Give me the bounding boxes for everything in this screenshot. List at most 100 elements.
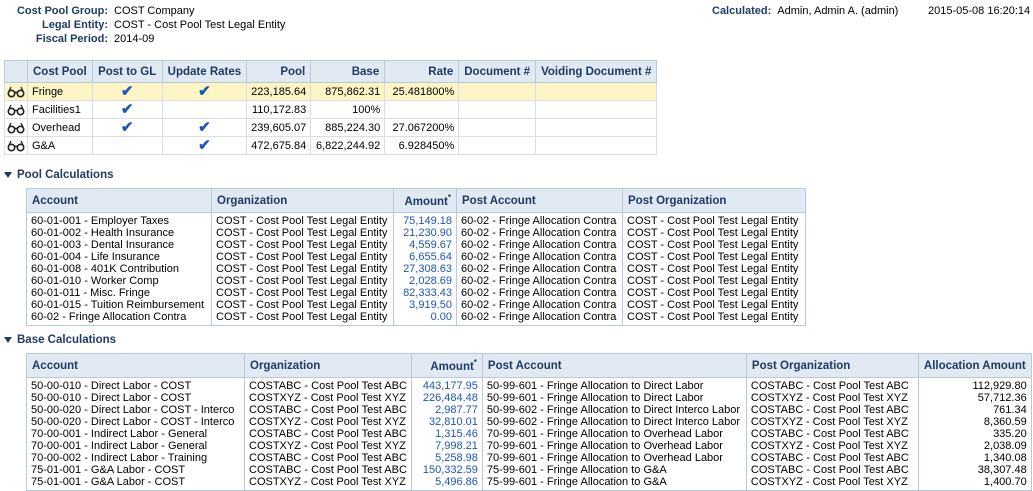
base-col-account[interactable]: Account <box>26 353 245 378</box>
base-organization: COSTXYZ - Cost Pool Test XYZ <box>244 416 412 428</box>
view-details-cell[interactable] <box>4 136 28 155</box>
pool-post-account: 60-02 - Fringe Allocation Contra <box>456 212 623 227</box>
summary-col-cost-pool[interactable]: Cost Pool <box>27 60 93 83</box>
cost-pool-summary-table: Cost Pool Post to GL Update Rates Pool B… <box>4 60 658 155</box>
base-amount: 226,484.48 <box>410 392 483 404</box>
base-post-organization: COSTABC - Cost Pool Test ABC <box>745 428 919 440</box>
view-details-cell[interactable] <box>4 100 28 119</box>
pool-calc-row: 60-01-002 - Health Insurance COST - Cost … <box>26 227 806 239</box>
base-organization: COSTXYZ - Cost Pool Test XYZ <box>244 440 412 452</box>
base-calc-row: 70-00-001 - Indirect Labor - General COST… <box>26 428 1032 440</box>
base-post-account: 50-99-601 - Fringe Allocation to Direct … <box>481 392 747 404</box>
base-calc-row: 70-00-002 - Indirect Labor - Training COS… <box>26 452 1032 464</box>
summary-row[interactable]: Facilities1 ✔ 110,172.83 100% <box>4 100 658 119</box>
base-allocation-amount: 1,400.70 <box>917 476 1032 491</box>
pool-col-amount[interactable]: Amount* <box>393 188 457 213</box>
cost-pool-name: G&A <box>27 136 93 155</box>
summary-row[interactable]: Fringe ✔ ✔ 223,185.64 875,862.31 25.481800% <box>4 82 658 101</box>
legal-entity-row: Legal Entity: COST - Cost Pool Test Legal… <box>0 18 285 32</box>
rate-value <box>384 100 460 119</box>
base-organization: COSTABC - Cost Pool Test ABC <box>244 452 412 464</box>
pool-amount: 27,308.63 <box>393 263 457 275</box>
base-calculations-toggle[interactable]: Base Calculations <box>4 333 116 347</box>
base-value: 885,224.30 <box>310 118 386 137</box>
cost-pool-name: Fringe <box>27 82 93 101</box>
base-calc-row: 75-01-001 - G&A Labor - COST COSTXYZ - Co… <box>26 476 1032 491</box>
base-post-account: 70-99-601 - Fringe Allocation to Overhea… <box>481 440 747 452</box>
summary-col-post-to-gl[interactable]: Post to GL <box>91 60 163 83</box>
pool-col-post-organization[interactable]: Post Organization <box>622 188 806 213</box>
pool-value: 239,605.07 <box>246 118 312 137</box>
pool-col-post-account[interactable]: Post Account <box>456 188 623 213</box>
base-col-post-organization[interactable]: Post Organization <box>745 353 919 378</box>
collapse-triangle-icon <box>4 336 12 343</box>
base-post-organization: COSTXYZ - Cost Pool Test XYZ <box>745 416 919 428</box>
base-value: 100% <box>310 100 386 119</box>
pool-calc-row: 60-01-010 - Worker Comp COST - Cost Pool … <box>26 275 806 287</box>
pool-organization: COST - Cost Pool Test Legal Entity <box>211 212 394 227</box>
glasses-icon[interactable] <box>7 121 25 134</box>
fiscal-period-label: Fiscal Period: <box>35 33 108 45</box>
summary-col-voiding-document[interactable]: Voiding Document # <box>535 60 658 83</box>
pool-post-account: 60-02 - Fringe Allocation Contra <box>456 311 623 326</box>
pool-account: 60-01-004 - Life Insurance <box>26 251 212 263</box>
legal-entity-value: COST - Cost Pool Test Legal Entity <box>114 19 286 31</box>
voiding-document-number <box>535 100 658 119</box>
base-organization: COSTABC - Cost Pool Test ABC <box>244 404 412 416</box>
pool-post-account: 60-02 - Fringe Allocation Contra <box>456 227 623 239</box>
pool-post-organization: COST - Cost Pool Test Legal Entity <box>622 311 806 326</box>
base-post-account: 50-99-602 - Fringe Allocation to Direct … <box>481 404 747 416</box>
summary-col-document[interactable]: Document # <box>458 60 537 83</box>
voiding-document-number <box>535 118 658 137</box>
summary-col-update-rates[interactable]: Update Rates <box>161 60 248 83</box>
pool-post-account: 60-02 - Fringe Allocation Contra <box>456 299 623 311</box>
post-to-gl-cell: ✔ <box>91 118 163 137</box>
base-allocation-amount: 335.20 <box>917 428 1032 440</box>
base-col-post-account[interactable]: Post Account <box>481 353 747 378</box>
checkmark-icon: ✔ <box>120 118 134 136</box>
checkmark-icon: ✔ <box>198 118 211 136</box>
pool-account: 60-01-002 - Health Insurance <box>26 227 212 239</box>
rate-value: 25.481800% <box>384 82 460 101</box>
summary-row[interactable]: Overhead ✔ ✔ 239,605.07 885,224.30 27.067200% <box>4 118 658 137</box>
view-details-cell[interactable] <box>4 82 28 101</box>
pool-header-row: Account Organization Amount* Post Accoun… <box>26 188 806 213</box>
calculated-label: Calculated: <box>712 5 772 17</box>
calculated-timestamp: 2015-05-08 16:20:14 <box>928 5 1031 17</box>
post-to-gl-cell <box>91 136 163 155</box>
pool-organization: COST - Cost Pool Test Legal Entity <box>211 299 394 311</box>
base-allocation-amount: 761.34 <box>917 404 1032 416</box>
pool-col-organization[interactable]: Organization <box>211 188 394 213</box>
glasses-icon[interactable] <box>7 85 25 98</box>
pool-col-account[interactable]: Account <box>26 188 212 213</box>
view-details-cell[interactable] <box>4 118 28 137</box>
base-calc-row: 75-01-001 - G&A Labor - COST COSTABC - Co… <box>26 464 1032 476</box>
summary-col-rate[interactable]: Rate <box>384 60 460 83</box>
cost-pool-group-label: Cost Pool Group: <box>16 5 108 17</box>
pool-account: 60-01-008 - 401K Contribution <box>26 263 212 275</box>
calculated-value: Admin, Admin A. (admin) <box>777 5 899 17</box>
pool-post-organization: COST - Cost Pool Test Legal Entity <box>622 251 806 263</box>
base-post-organization: COSTABC - Cost Pool Test ABC <box>745 404 919 416</box>
summary-row[interactable]: G&A ✔ 472,675.84 6,822,244.92 6.928450% <box>4 136 658 155</box>
summary-col-base[interactable]: Base <box>310 60 386 83</box>
base-amount: 5,496.86 <box>410 476 483 491</box>
glasses-icon[interactable] <box>7 103 25 116</box>
glasses-icon[interactable] <box>7 139 25 152</box>
pool-calc-row: 60-01-015 - Tuition Reimbursement COST - … <box>26 299 806 311</box>
cost-pool-group-row: Cost Pool Group: COST Company <box>0 4 195 18</box>
base-post-account: 50-99-602 - Fringe Allocation to Direct … <box>481 416 747 428</box>
base-post-account: 75-99-601 - Fringe Allocation to G&A <box>481 464 747 476</box>
pool-calculations-toggle[interactable]: Pool Calculations <box>4 168 114 182</box>
pool-organization: COST - Cost Pool Test Legal Entity <box>211 239 394 251</box>
summary-col-pool[interactable]: Pool <box>246 60 312 83</box>
base-post-organization: COSTXYZ - Cost Pool Test XYZ <box>745 440 919 452</box>
pool-account: 60-01-015 - Tuition Reimbursement <box>26 299 212 311</box>
pool-value: 223,185.64 <box>246 82 312 101</box>
base-col-organization[interactable]: Organization <box>244 353 412 378</box>
pool-amount: 0.00 <box>393 311 457 326</box>
base-col-allocation-amount[interactable]: Allocation Amount <box>917 353 1032 378</box>
base-post-organization: COSTXYZ - Cost Pool Test XYZ <box>745 476 919 491</box>
base-post-organization: COSTABC - Cost Pool Test ABC <box>745 377 919 392</box>
base-col-amount[interactable]: Amount* <box>410 353 483 378</box>
